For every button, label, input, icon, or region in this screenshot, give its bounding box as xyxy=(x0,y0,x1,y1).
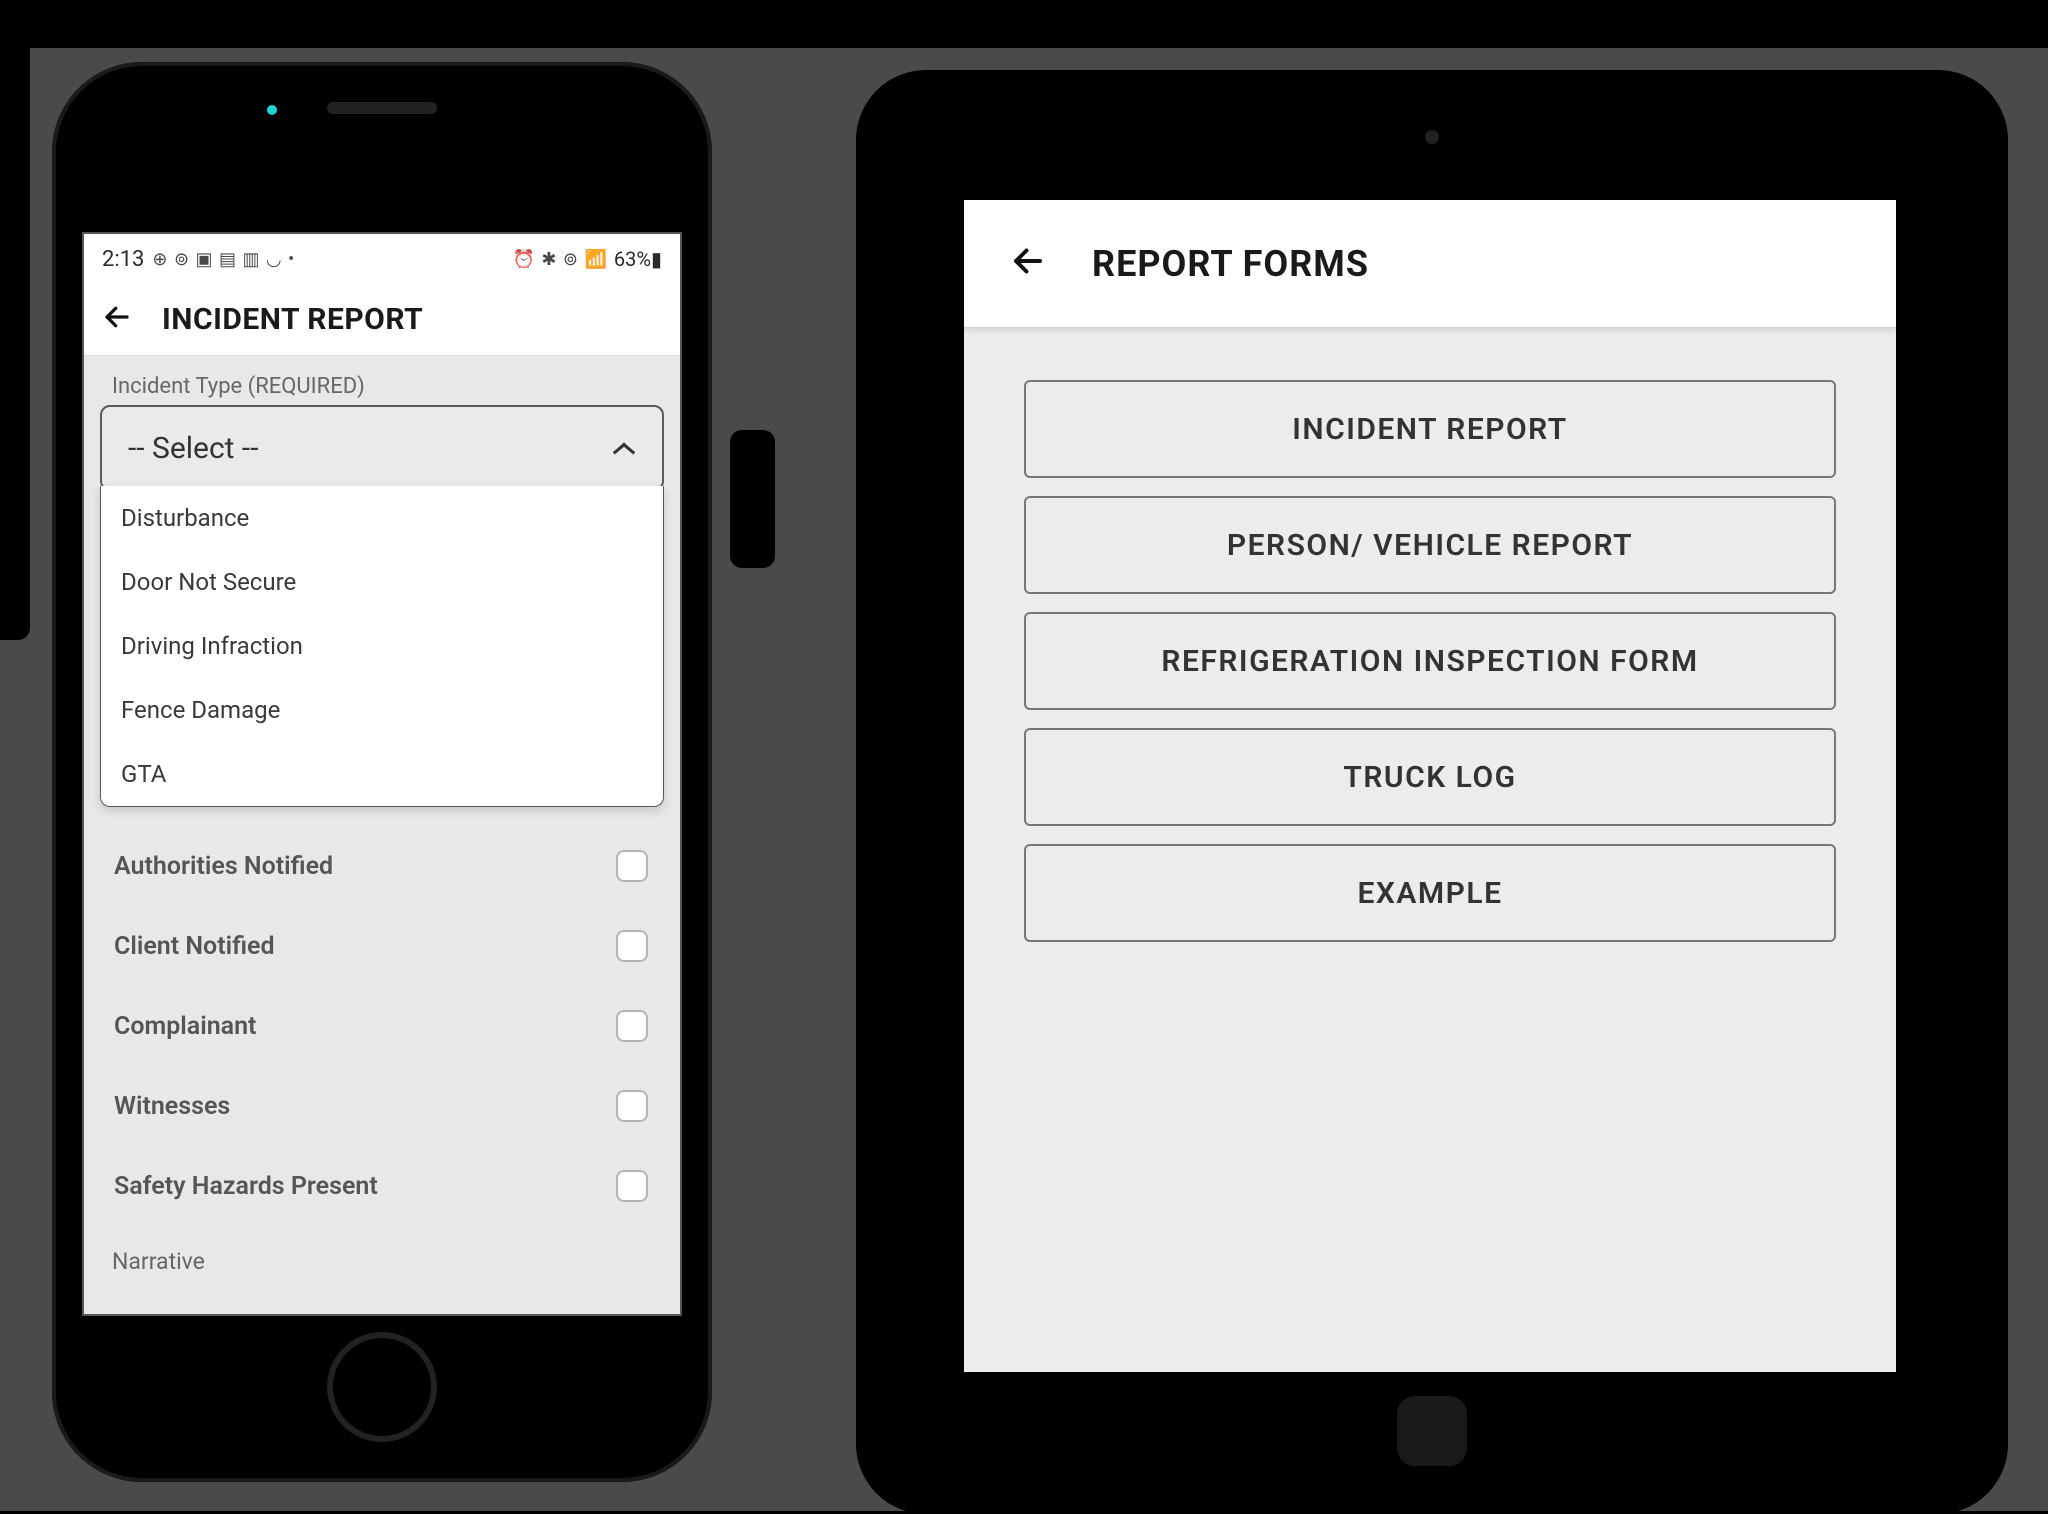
tablet-home-button[interactable] xyxy=(1397,1396,1467,1466)
phone-device-frame: 2:13 ⊕ ⊚ ▣ ▤ ▥ ◡ • ⏰ ✱ ⊚ 📶 63%▮ INCIDENT… xyxy=(52,62,712,1482)
check-label: Client Notified xyxy=(114,932,275,961)
check-label: Witnesses xyxy=(114,1092,230,1121)
tablet-app-header: REPORT FORMS xyxy=(964,200,1896,328)
check-row: Complainant xyxy=(100,986,664,1066)
form-button-label: REFRIGERATION INSPECTION FORM xyxy=(1161,644,1698,679)
incident-type-dropdown: Disturbance Door Not Secure Driving Infr… xyxy=(100,486,664,807)
incident-type-value: -- Select -- xyxy=(128,431,259,466)
status-right-icons: ⏰ ✱ ⊚ 📶 xyxy=(512,249,607,270)
checkbox-client-notified[interactable] xyxy=(616,930,648,962)
phone-speaker xyxy=(327,102,437,114)
tablet-screen: REPORT FORMS INCIDENT REPORT PERSON/ VEH… xyxy=(964,200,1896,1372)
check-row: Authorities Notified xyxy=(100,826,664,906)
decorative-edge xyxy=(730,430,775,568)
check-label: Complainant xyxy=(114,1012,256,1041)
status-battery: 63%▮ xyxy=(614,247,662,271)
check-row: Safety Hazards Present xyxy=(100,1146,664,1226)
form-area: Incident Type (REQUIRED) -- Select -- Di… xyxy=(84,356,680,491)
status-left-icons: ⊕ ⊚ ▣ ▤ ▥ ◡ • xyxy=(152,249,295,270)
phone-home-button[interactable] xyxy=(327,1332,437,1442)
incident-type-label: Incident Type (REQUIRED) xyxy=(112,374,664,399)
status-time: 2:13 xyxy=(102,247,144,272)
dropdown-option[interactable]: Driving Infraction xyxy=(101,614,663,678)
checkbox-safety-hazards[interactable] xyxy=(616,1170,648,1202)
check-label: Safety Hazards Present xyxy=(114,1172,378,1201)
status-right: ⏰ ✱ ⊚ 📶 63%▮ xyxy=(512,247,662,271)
form-button-label: INCIDENT REPORT xyxy=(1292,412,1567,447)
narrative-label: Narrative xyxy=(112,1248,205,1275)
checkbox-list: Authorities Notified Client Notified Com… xyxy=(100,826,664,1226)
checkbox-authorities-notified[interactable] xyxy=(616,850,648,882)
dropdown-option[interactable]: Disturbance xyxy=(101,486,663,550)
phone-screen: 2:13 ⊕ ⊚ ▣ ▤ ▥ ◡ • ⏰ ✱ ⊚ 📶 63%▮ INCIDENT… xyxy=(82,232,682,1316)
form-button-label: PERSON/ VEHICLE REPORT xyxy=(1227,528,1633,563)
back-arrow-icon[interactable] xyxy=(96,296,138,344)
check-row: Client Notified xyxy=(100,906,664,986)
form-button-person-vehicle-report[interactable]: PERSON/ VEHICLE REPORT xyxy=(1024,496,1836,594)
phone-notch xyxy=(327,102,437,114)
back-arrow-icon[interactable] xyxy=(1004,237,1052,291)
check-row: Witnesses xyxy=(100,1066,664,1146)
dropdown-option[interactable]: Fence Damage xyxy=(101,678,663,742)
dropdown-option[interactable]: GTA xyxy=(101,742,663,806)
form-button-example[interactable]: EXAMPLE xyxy=(1024,844,1836,942)
checkbox-witnesses[interactable] xyxy=(616,1090,648,1122)
report-forms-list: INCIDENT REPORT PERSON/ VEHICLE REPORT R… xyxy=(964,328,1896,994)
status-bar: 2:13 ⊕ ⊚ ▣ ▤ ▥ ◡ • ⏰ ✱ ⊚ 📶 63%▮ xyxy=(84,234,680,284)
incident-type-select[interactable]: -- Select -- xyxy=(100,405,664,491)
form-button-refrigeration-inspection[interactable]: REFRIGERATION INSPECTION FORM xyxy=(1024,612,1836,710)
checkbox-complainant[interactable] xyxy=(616,1010,648,1042)
phone-app-header: INCIDENT REPORT xyxy=(84,284,680,356)
form-button-truck-log[interactable]: TRUCK LOG xyxy=(1024,728,1836,826)
dropdown-option[interactable]: Door Not Secure xyxy=(101,550,663,614)
page-title: INCIDENT REPORT xyxy=(162,302,423,337)
page-title: REPORT FORMS xyxy=(1092,243,1369,285)
phone-camera-dot xyxy=(267,105,277,115)
form-button-label: EXAMPLE xyxy=(1357,876,1502,911)
form-button-incident-report[interactable]: INCIDENT REPORT xyxy=(1024,380,1836,478)
chevron-up-icon xyxy=(612,441,636,455)
tablet-device-frame: REPORT FORMS INCIDENT REPORT PERSON/ VEH… xyxy=(856,70,2008,1514)
tablet-camera-dot xyxy=(1425,130,1439,144)
form-button-label: TRUCK LOG xyxy=(1343,760,1516,795)
decorative-edge xyxy=(0,0,30,640)
status-left: 2:13 ⊕ ⊚ ▣ ▤ ▥ ◡ • xyxy=(102,247,295,272)
check-label: Authorities Notified xyxy=(114,852,333,881)
